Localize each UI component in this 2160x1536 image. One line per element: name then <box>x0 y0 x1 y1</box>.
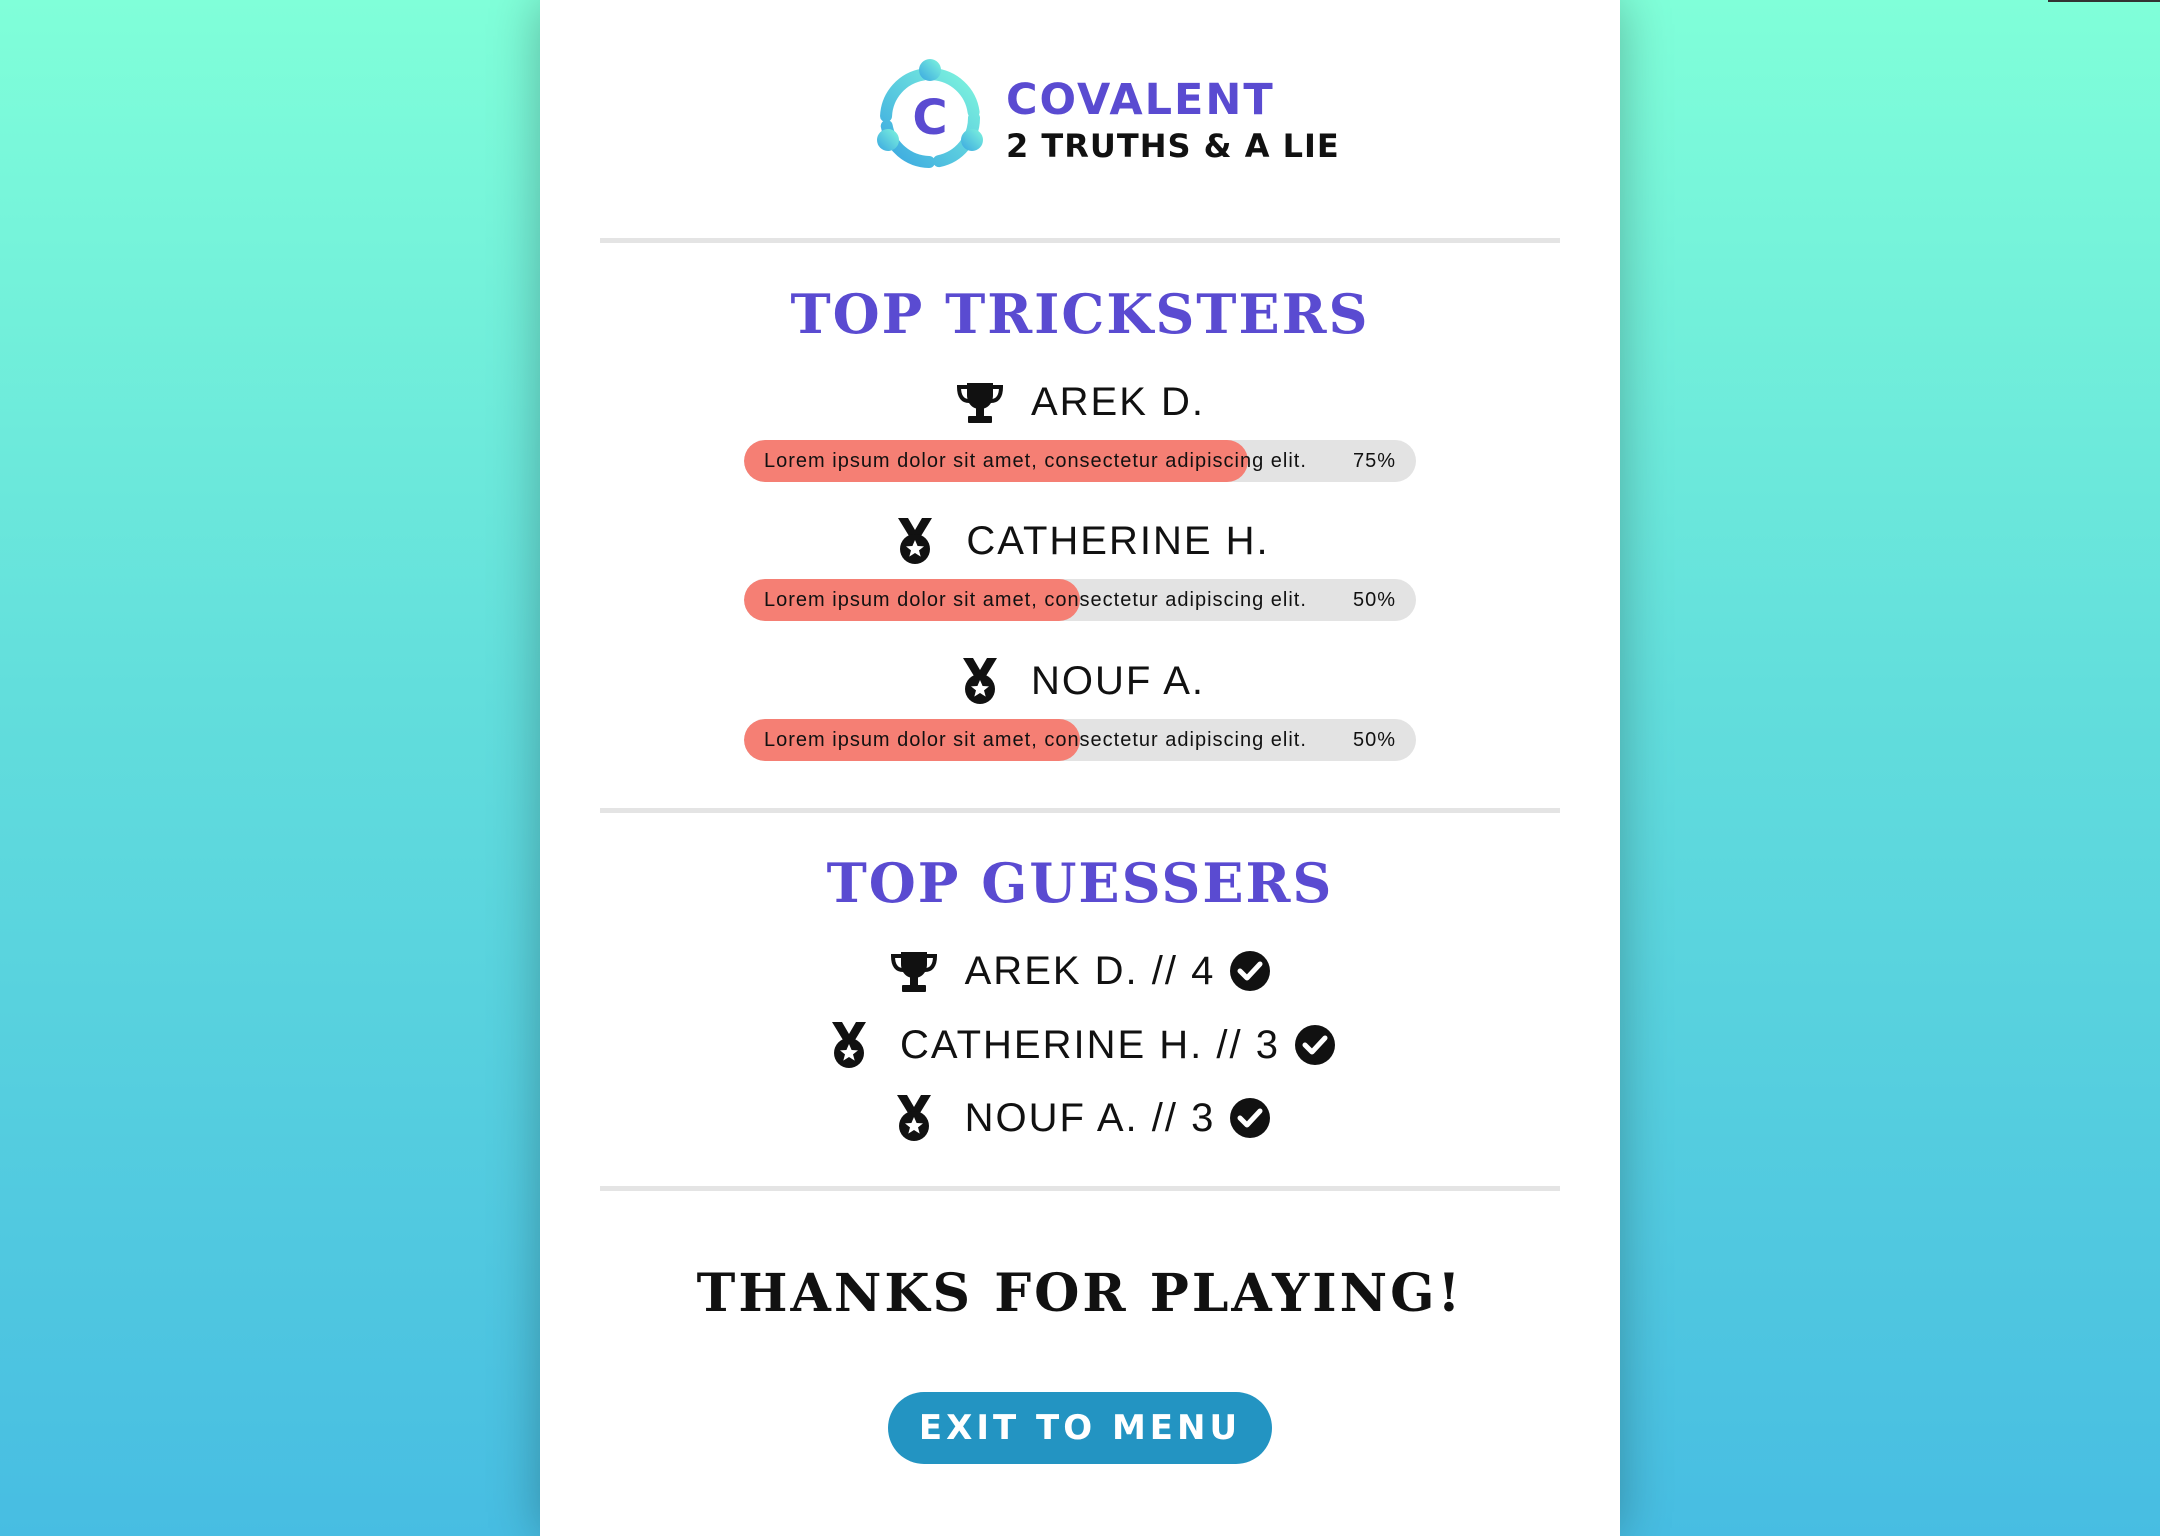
trickster-score-bar: Lorem ipsum dolor sit amet, consectetur … <box>744 579 1416 621</box>
medal-icon <box>896 1095 931 1141</box>
trickster-row: AREK D. <box>540 377 1620 427</box>
trickster-percent: 50% <box>1352 729 1396 751</box>
trickster-statement: Lorem ipsum dolor sit amet, consectetur … <box>764 450 1307 472</box>
trickster-percent: 75% <box>1352 450 1396 472</box>
trickster-name: CATHERINE H. <box>966 518 1270 563</box>
logo-letter: C <box>912 90 947 146</box>
trickster-statement: Lorem ipsum dolor sit amet, consectetur … <box>764 729 1307 751</box>
guesser-label: NOUF A. // 3 <box>964 1095 1216 1140</box>
divider <box>600 1186 1560 1191</box>
window-edge-line <box>2048 0 2160 2</box>
guesser-row: AREK D. // 4 <box>540 946 1620 996</box>
game-title: 2 TRUTHS & A LIE <box>1006 127 1340 165</box>
trophy-icon <box>956 383 1003 423</box>
medal-icon <box>962 658 997 704</box>
check-circle-icon <box>1230 951 1271 991</box>
trickster-name: NOUF A. <box>1030 658 1206 703</box>
guessers-title: TOP GUESSERS <box>826 851 1334 915</box>
divider <box>600 238 1560 243</box>
check-circle-icon <box>1230 1098 1271 1138</box>
trickster-score-bar: Lorem ipsum dolor sit amet, consectetur … <box>744 440 1416 482</box>
trickster-percent: 50% <box>1352 589 1396 611</box>
brand-name: COVALENT <box>1006 75 1275 125</box>
guesser-row: NOUF A. // 3 <box>540 1093 1620 1143</box>
guesser-label: CATHERINE H. // 3 <box>900 1022 1280 1067</box>
medal-icon <box>898 518 933 564</box>
results-panel: C COVALENT 2 TRUTHS & A LIE TOP TRICKSTE… <box>540 0 1620 1536</box>
trickster-statement: Lorem ipsum dolor sit amet, consectetur … <box>764 589 1307 611</box>
check-circle-icon <box>1294 1025 1335 1065</box>
guesser-label: AREK D. // 4 <box>964 948 1216 993</box>
trickster-row: CATHERINE H. <box>540 516 1620 566</box>
divider <box>600 808 1560 813</box>
guesser-row: CATHERINE H. // 3 <box>540 1020 1620 1070</box>
trickster-name: AREK D. <box>1030 379 1206 424</box>
trophy-icon <box>890 952 937 992</box>
exit-to-menu-button[interactable]: EXIT TO MENU <box>888 1392 1272 1464</box>
trickster-score-bar: Lorem ipsum dolor sit amet, consectetur … <box>744 719 1416 761</box>
covalent-logo-icon: C <box>877 59 983 168</box>
tricksters-title: TOP TRICKSTERS <box>790 282 1370 346</box>
medal-icon <box>832 1022 866 1068</box>
trickster-row: NOUF A. <box>540 656 1620 706</box>
thanks-message: THANKS FOR PLAYING! <box>696 1263 1464 1324</box>
